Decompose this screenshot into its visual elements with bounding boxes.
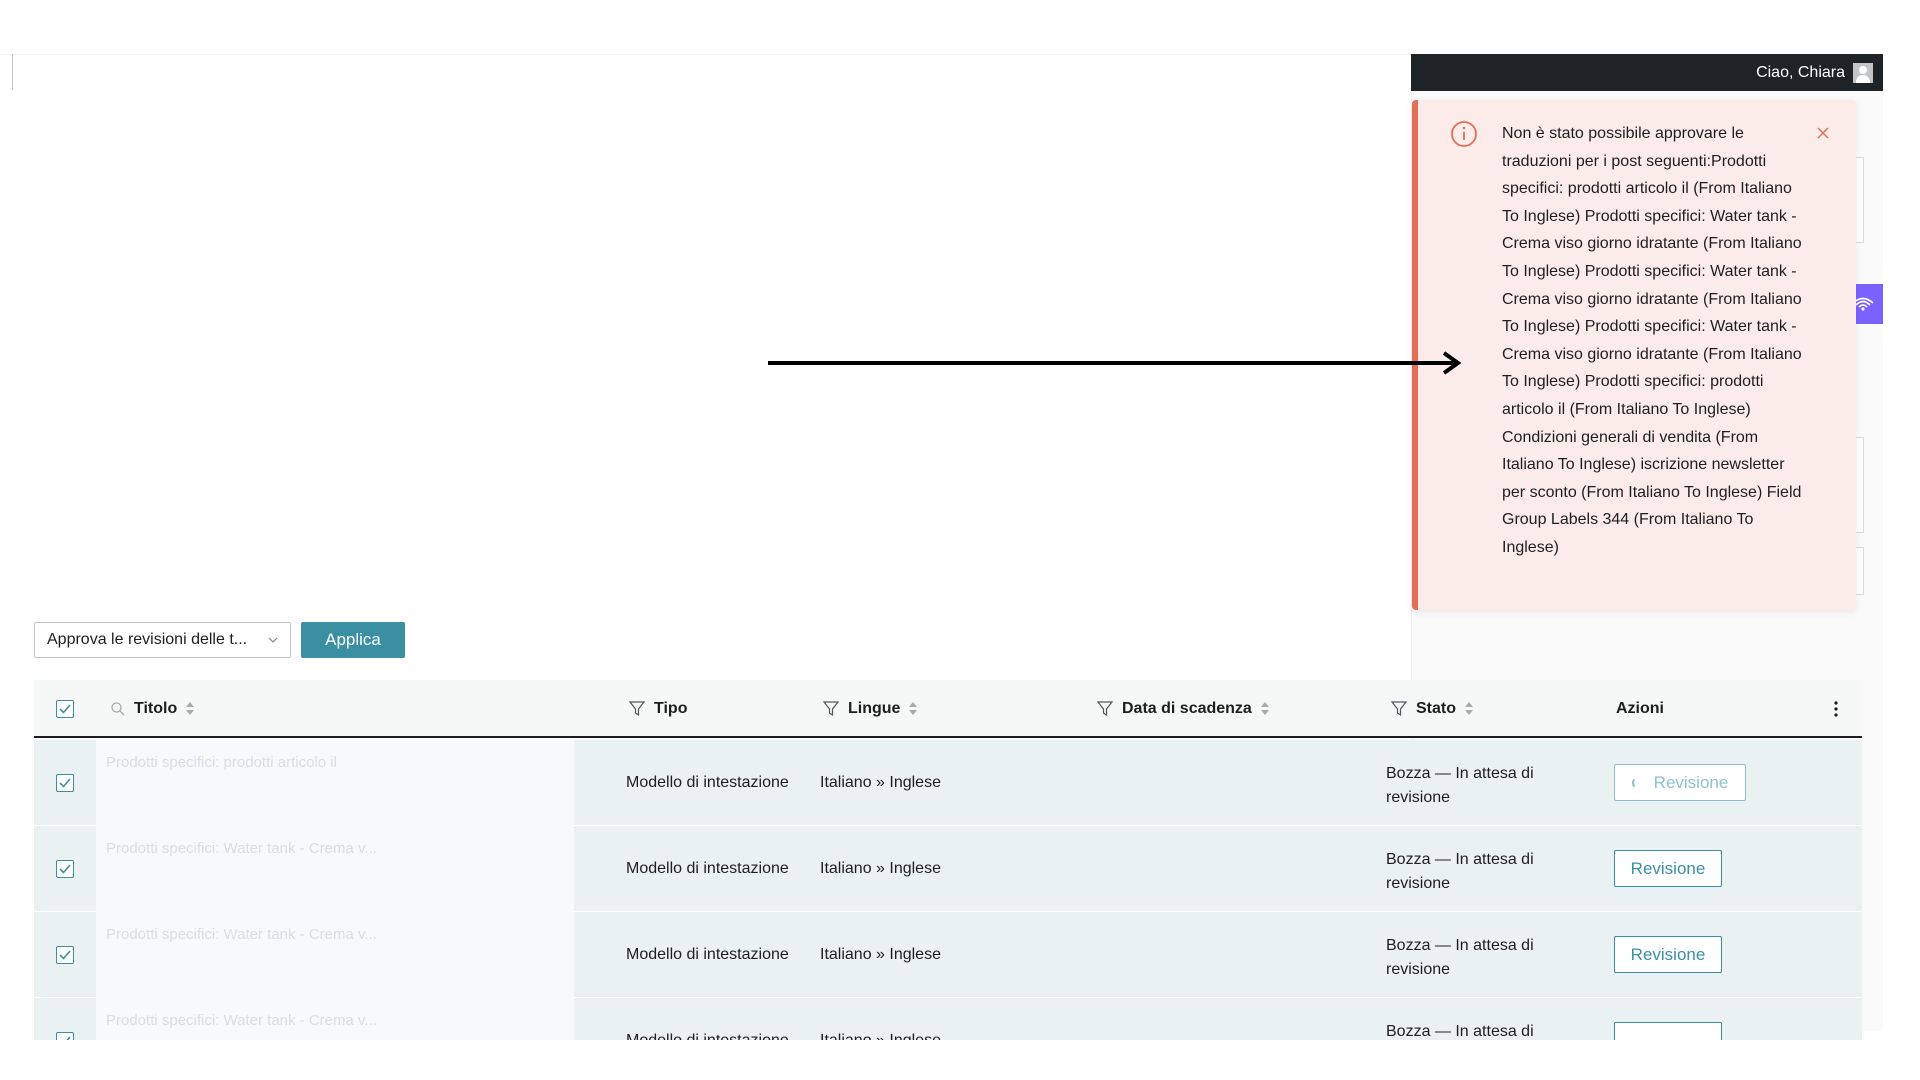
- table-header: Titolo Tipo Lingue Data di scadenza Stat…: [34, 680, 1862, 738]
- row-title[interactable]: Prodotti specifici: Water tank - Crema v…: [96, 998, 574, 1040]
- review-button-label: Revisione: [1653, 772, 1729, 792]
- row-select: [34, 740, 96, 826]
- filter-icon[interactable]: [1390, 700, 1408, 718]
- error-notice: Non è stato possibile approvare le tradu…: [1412, 100, 1856, 610]
- column-tipo[interactable]: Tipo: [628, 680, 687, 738]
- column-label: Tipo: [654, 700, 688, 717]
- filter-icon[interactable]: [628, 700, 646, 718]
- translations-table: Titolo Tipo Lingue Data di scadenza Stat…: [34, 680, 1862, 1040]
- sort-icon[interactable]: [908, 701, 918, 717]
- row-lingue: Italiano » Inglese: [820, 860, 941, 877]
- user-greeting[interactable]: Ciao, Chiara: [1756, 64, 1845, 82]
- check-icon: [59, 864, 71, 874]
- text-caret: [12, 54, 13, 90]
- row-select: [34, 912, 96, 998]
- bottom-cutoff: [0, 1040, 1920, 1080]
- row-lingue: Italiano » Inglese: [820, 998, 941, 1040]
- row-title[interactable]: Prodotti specifici: Water tank - Crema v…: [96, 826, 574, 912]
- sort-icon[interactable]: [185, 701, 195, 717]
- review-button-label: Revisione: [1630, 944, 1706, 964]
- sort-icon[interactable]: [1464, 701, 1474, 717]
- row-select: [34, 826, 96, 912]
- column-label: Azioni: [1616, 700, 1664, 717]
- column-titolo[interactable]: Titolo: [110, 680, 195, 738]
- row-stato: Bozza — In attesa di revisione: [1386, 765, 1534, 806]
- row-stato: Bozza — In attesa di revisione: [1386, 851, 1534, 892]
- select-all-checkbox[interactable]: [56, 700, 74, 718]
- row-tipo: Modello di intestazione: [626, 774, 789, 791]
- check-icon: [59, 778, 71, 788]
- apply-button[interactable]: Applica: [301, 622, 405, 658]
- review-button[interactable]: Revisione: [1614, 764, 1746, 801]
- notice-message: Non è stato possibile approvare le tradu…: [1502, 125, 1802, 556]
- column-lingue[interactable]: Lingue: [822, 680, 918, 738]
- sort-icon[interactable]: [1260, 701, 1270, 717]
- column-label: Data di scadenza: [1122, 700, 1252, 717]
- check-icon: [59, 950, 71, 960]
- column-label: Lingue: [848, 700, 901, 717]
- row-lingue: Italiano » Inglese: [820, 946, 941, 963]
- table-row: Prodotti specifici: Water tank - Crema v…: [34, 826, 1862, 912]
- review-button[interactable]: Revisione: [1614, 850, 1722, 887]
- column-stato[interactable]: Stato: [1390, 680, 1474, 738]
- admin-bar: Ciao, Chiara: [1411, 54, 1883, 91]
- column-label: Stato: [1416, 700, 1456, 717]
- row-lingue: Italiano » Inglese: [820, 774, 941, 791]
- search-icon[interactable]: [110, 701, 126, 717]
- column-data-scadenza[interactable]: Data di scadenza: [1096, 680, 1270, 738]
- column-options-icon[interactable]: [1834, 680, 1838, 738]
- info-circle-icon: [1451, 121, 1477, 147]
- row-checkbox[interactable]: [56, 946, 74, 964]
- check-icon: [59, 704, 71, 714]
- row-select: [34, 998, 96, 1040]
- row-checkbox[interactable]: [56, 860, 74, 878]
- row-tipo: Modello di intestazione: [626, 998, 789, 1040]
- row-checkbox[interactable]: [56, 1032, 74, 1040]
- review-button[interactable]: [1614, 1022, 1722, 1040]
- avatar-icon[interactable]: [1853, 62, 1873, 83]
- row-title[interactable]: Prodotti specifici: Water tank - Crema v…: [96, 912, 574, 998]
- chevron-down-icon: [268, 637, 278, 643]
- bulk-action-select[interactable]: Approva le revisioni delle t...: [34, 622, 291, 658]
- row-title[interactable]: Prodotti specifici: prodotti articolo il: [96, 740, 574, 826]
- row-stato: Bozza — In attesa di revisione: [1386, 937, 1534, 978]
- bulk-action-value: Approva le revisioni delle t...: [47, 631, 248, 648]
- annotation-arrow: [768, 351, 1462, 375]
- row-stato: Bozza — In attesa di: [1386, 1023, 1534, 1040]
- close-icon[interactable]: [1812, 122, 1834, 144]
- spinner-icon: [1631, 776, 1644, 789]
- select-all-cell: [56, 680, 74, 738]
- column-azioni: Azioni: [1616, 680, 1664, 738]
- review-button[interactable]: Revisione: [1614, 936, 1722, 973]
- table-row: Prodotti specifici: Water tank - Crema v…: [34, 912, 1862, 998]
- row-tipo: Modello di intestazione: [626, 946, 789, 963]
- review-button-label: Revisione: [1630, 858, 1706, 878]
- table-row: Prodotti specifici: Water tank - Crema v…: [34, 998, 1862, 1040]
- column-label: Titolo: [134, 700, 178, 717]
- row-checkbox[interactable]: [56, 774, 74, 792]
- table-row: Prodotti specifici: prodotti articolo il…: [34, 740, 1862, 826]
- row-tipo: Modello di intestazione: [626, 860, 789, 877]
- filter-icon[interactable]: [1096, 700, 1114, 718]
- filter-icon[interactable]: [822, 700, 840, 718]
